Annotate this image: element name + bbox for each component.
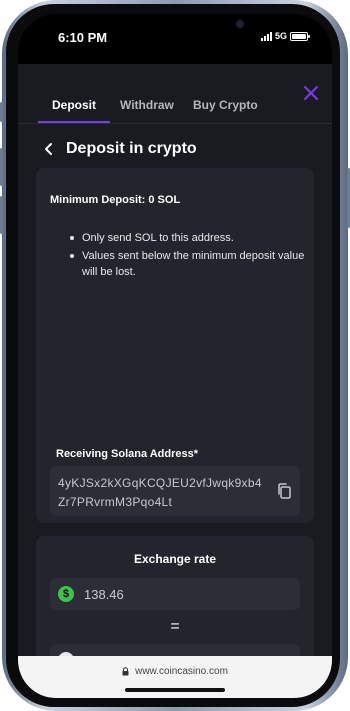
dollar-icon: $ — [58, 586, 74, 602]
usd-rate-value: 138.46 — [84, 587, 124, 602]
exchange-rate-card: Exchange rate $ 138.46 = — [36, 536, 314, 656]
equals-sign: = — [170, 618, 180, 635]
deposit-notes: Only send SOL to this address. Values se… — [50, 230, 308, 282]
lock-icon — [122, 667, 129, 676]
browser-url-bar: www.coincasino.com — [18, 656, 332, 698]
tab-bar: Deposit Withdraw Buy Crypto — [18, 64, 332, 124]
minimum-deposit-label: Minimum Deposit: 0 SOL — [50, 194, 181, 206]
page-header: Deposit in crypto — [42, 140, 197, 158]
tab-divider — [18, 123, 332, 124]
status-bar: 6:10 PM 5G — [18, 14, 332, 64]
address-value[interactable]: 4yKJSx2kXGqKCQJEU2vfJwqk9xb4Zr7PRvrmM3Pq… — [58, 474, 268, 512]
notch — [125, 14, 244, 34]
tab-deposit[interactable]: Deposit — [52, 98, 96, 112]
usd-rate-field: $ 138.46 — [50, 578, 300, 610]
address-label: Receiving Solana Address* — [56, 448, 199, 460]
network-label: 5G — [274, 31, 287, 41]
signal-icon — [260, 31, 272, 41]
back-chevron-icon[interactable] — [42, 142, 56, 156]
deposit-card: Minimum Deposit: 0 SOL Only send SOL to … — [36, 168, 314, 523]
url-display[interactable]: www.coincasino.com — [18, 666, 332, 677]
home-indicator[interactable] — [125, 688, 225, 692]
url-text: www.coincasino.com — [135, 666, 228, 677]
volume-down-button — [0, 196, 3, 234]
camera — [236, 20, 244, 28]
note-item: Only send SOL to this address. — [50, 230, 308, 246]
close-icon[interactable] — [302, 84, 320, 102]
phone-screen: 6:10 PM 5G Deposit Withdraw Buy Crypto D… — [18, 14, 332, 698]
address-box[interactable]: 4yKJSx2kXGqKCQJEU2vfJwqk9xb4Zr7PRvrmM3Pq… — [50, 466, 300, 516]
deposit-modal: Deposit Withdraw Buy Crypto Deposit in c… — [18, 64, 332, 656]
status-time: 6:10 PM — [58, 30, 108, 45]
sol-rate-field — [50, 644, 300, 656]
silent-switch — [0, 102, 3, 122]
exchange-rate-title: Exchange rate — [133, 552, 217, 566]
tab-buy-crypto[interactable]: Buy Crypto — [193, 98, 258, 112]
volume-up-button — [0, 148, 3, 186]
status-indicators: 5G — [260, 31, 310, 41]
copy-icon[interactable] — [276, 482, 292, 500]
note-item: Values sent below the minimum deposit va… — [50, 248, 308, 280]
battery-icon — [290, 31, 310, 41]
page-title: Deposit in crypto — [66, 140, 197, 157]
tab-withdraw[interactable]: Withdraw — [120, 98, 174, 112]
